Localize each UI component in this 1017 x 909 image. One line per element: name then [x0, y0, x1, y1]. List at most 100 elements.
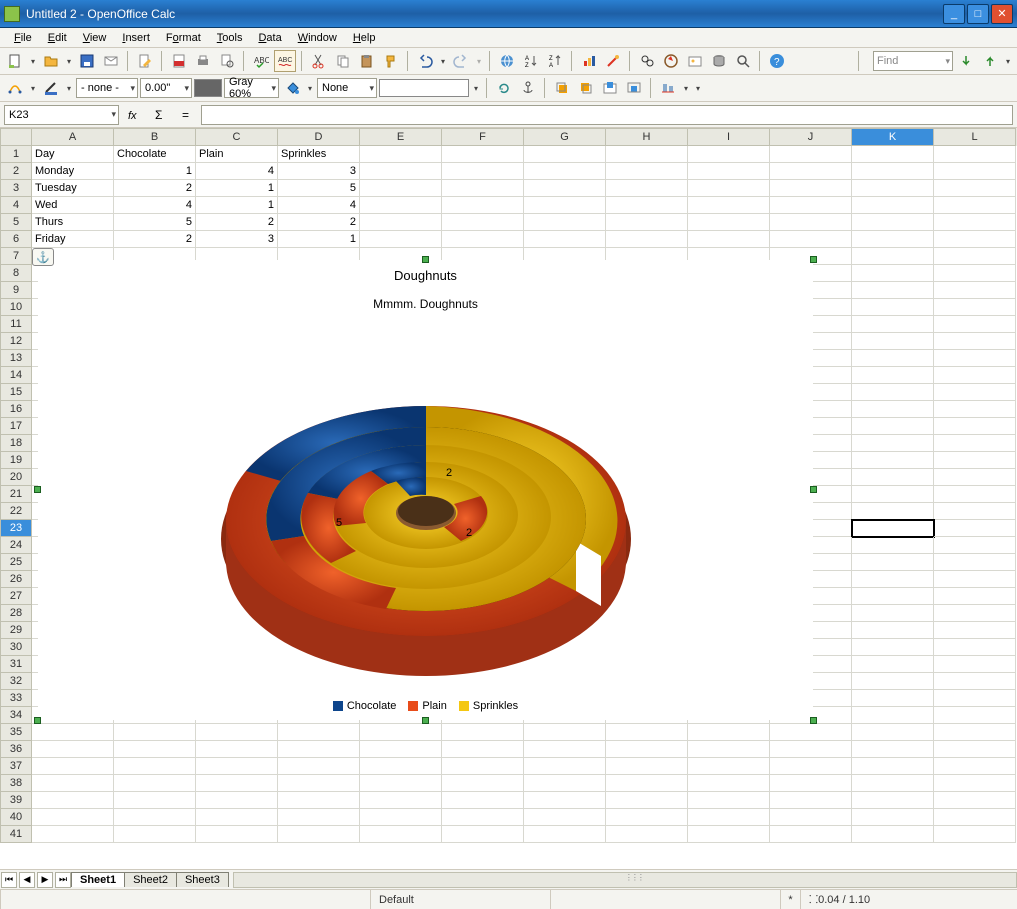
cell[interactable]	[442, 809, 524, 826]
resize-handle-sw[interactable]	[34, 717, 41, 724]
row-header[interactable]: 21	[0, 486, 32, 503]
cell[interactable]	[442, 775, 524, 792]
row-header[interactable]: 23	[0, 520, 32, 537]
cell[interactable]: Chocolate	[114, 146, 196, 163]
cell[interactable]	[32, 826, 114, 843]
zoom-icon[interactable]	[732, 50, 754, 72]
cell[interactable]	[852, 639, 934, 656]
maximize-button[interactable]: □	[967, 4, 989, 24]
cell[interactable]	[688, 775, 770, 792]
grid-body[interactable]: 1DayChocolatePlainSprinkles2Monday1433Tu…	[0, 146, 1017, 869]
row-header[interactable]: 39	[0, 792, 32, 809]
cell[interactable]	[770, 775, 852, 792]
anchor-icon[interactable]	[517, 77, 539, 99]
cell[interactable]	[360, 163, 442, 180]
cell[interactable]	[114, 775, 196, 792]
cell[interactable]	[934, 214, 1016, 231]
format-paint-icon[interactable]	[380, 50, 402, 72]
col-header-G[interactable]: G	[524, 128, 606, 146]
function-icon[interactable]: =	[175, 104, 197, 126]
row-header[interactable]: 34	[0, 707, 32, 724]
help-icon[interactable]: ?	[766, 50, 788, 72]
cell[interactable]	[360, 724, 442, 741]
chart-icon[interactable]	[578, 50, 600, 72]
cell[interactable]	[770, 724, 852, 741]
cell[interactable]: 4	[278, 197, 360, 214]
cell[interactable]	[32, 724, 114, 741]
cell[interactable]	[852, 265, 934, 282]
row-header[interactable]: 37	[0, 758, 32, 775]
border-width-select[interactable]: 0.00"	[140, 78, 192, 98]
find-replace-icon[interactable]	[636, 50, 658, 72]
cell[interactable]	[852, 418, 934, 435]
cell[interactable]	[114, 826, 196, 843]
cell[interactable]	[114, 724, 196, 741]
cell[interactable]	[606, 741, 688, 758]
cell[interactable]	[852, 146, 934, 163]
cell[interactable]	[524, 163, 606, 180]
cell[interactable]	[524, 146, 606, 163]
cell[interactable]	[114, 741, 196, 758]
cell[interactable]	[934, 333, 1016, 350]
bring-front-icon[interactable]	[551, 77, 573, 99]
cell[interactable]	[524, 792, 606, 809]
cell[interactable]	[770, 758, 852, 775]
sort-asc-icon[interactable]: AZ	[520, 50, 542, 72]
foreground-icon[interactable]	[599, 77, 621, 99]
cell[interactable]	[934, 673, 1016, 690]
cell[interactable]: 2	[278, 214, 360, 231]
cell[interactable]	[442, 826, 524, 843]
edit-file-icon[interactable]	[134, 50, 156, 72]
cell[interactable]	[852, 741, 934, 758]
cell[interactable]	[934, 367, 1016, 384]
cell[interactable]: 1	[196, 180, 278, 197]
row-header[interactable]: 2	[0, 163, 32, 180]
cell[interactable]: 2	[114, 180, 196, 197]
cell[interactable]	[852, 656, 934, 673]
cell[interactable]	[442, 146, 524, 163]
cell[interactable]	[606, 197, 688, 214]
cell[interactable]	[524, 809, 606, 826]
cell[interactable]	[934, 469, 1016, 486]
print-icon[interactable]	[192, 50, 214, 72]
cell[interactable]	[524, 231, 606, 248]
cell[interactable]	[852, 605, 934, 622]
cell[interactable]	[852, 673, 934, 690]
cell[interactable]	[278, 826, 360, 843]
cell[interactable]	[852, 163, 934, 180]
cell[interactable]	[852, 554, 934, 571]
row-header[interactable]: 16	[0, 401, 32, 418]
horizontal-scrollbar[interactable]	[233, 872, 1017, 888]
cell[interactable]	[196, 741, 278, 758]
new-icon[interactable]	[4, 50, 26, 72]
print-preview-icon[interactable]	[216, 50, 238, 72]
cell[interactable]	[360, 775, 442, 792]
email-icon[interactable]	[100, 50, 122, 72]
cell[interactable]	[32, 792, 114, 809]
cell[interactable]	[852, 469, 934, 486]
cell[interactable]: Wed	[32, 197, 114, 214]
cell[interactable]	[852, 435, 934, 452]
row-header[interactable]: 5	[0, 214, 32, 231]
cell[interactable]	[606, 758, 688, 775]
send-back-icon[interactable]	[575, 77, 597, 99]
cell[interactable]	[114, 758, 196, 775]
tab-last-button[interactable]: ⏭	[55, 872, 71, 888]
alignment-icon[interactable]	[657, 77, 679, 99]
cell[interactable]	[278, 775, 360, 792]
cell[interactable]	[852, 792, 934, 809]
row-header[interactable]: 4	[0, 197, 32, 214]
redo-icon[interactable]	[450, 50, 472, 72]
cell[interactable]	[852, 282, 934, 299]
formula-input[interactable]	[201, 105, 1013, 125]
cell[interactable]	[934, 588, 1016, 605]
cell[interactable]	[524, 197, 606, 214]
cell[interactable]	[934, 792, 1016, 809]
fill-color-swatch[interactable]	[379, 79, 469, 97]
cell[interactable]	[442, 231, 524, 248]
row-header[interactable]: 20	[0, 469, 32, 486]
cell[interactable]: 2	[114, 231, 196, 248]
cell[interactable]	[934, 605, 1016, 622]
col-header-I[interactable]: I	[688, 128, 770, 146]
row-header[interactable]: 1	[0, 146, 32, 163]
